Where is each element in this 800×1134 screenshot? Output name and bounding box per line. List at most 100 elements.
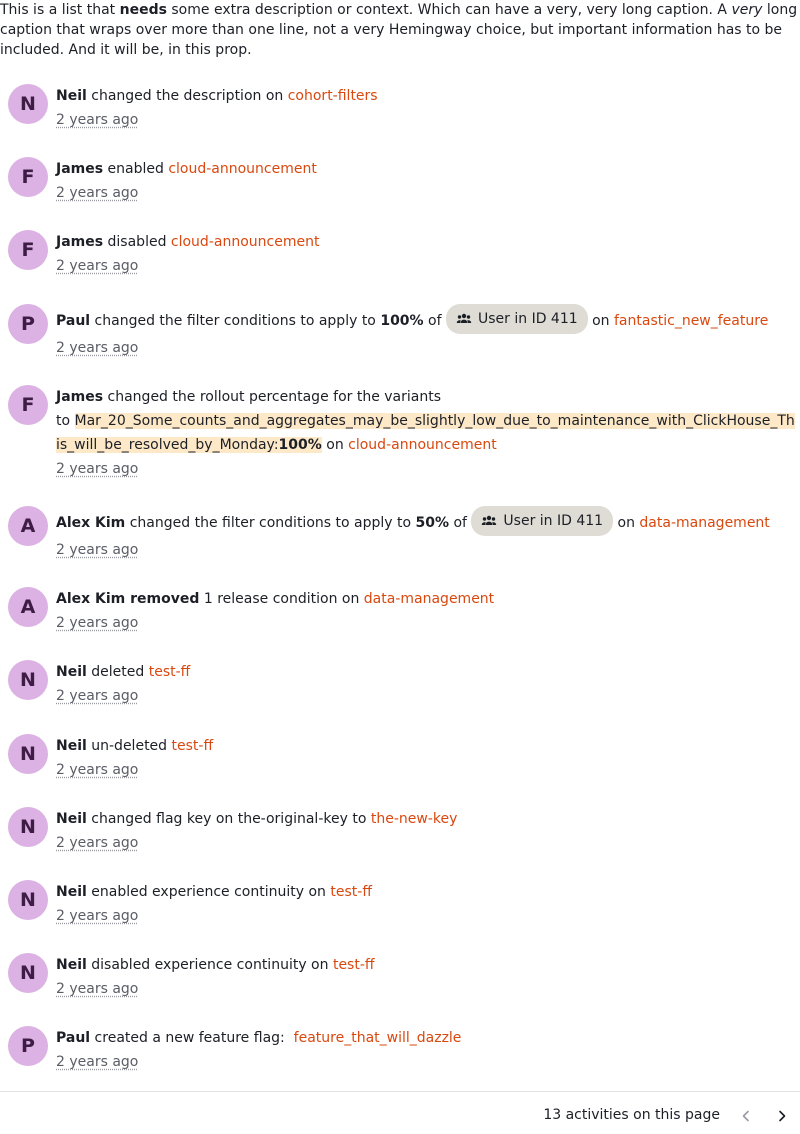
avatar: P	[8, 304, 48, 344]
activity-text: disabled	[103, 234, 171, 250]
chevron-right-icon	[779, 1110, 786, 1122]
activity-text: created a new feature flag:	[90, 1030, 294, 1046]
user-name: Neil	[56, 884, 87, 900]
activity-text: deleted	[86, 664, 149, 680]
activity-description: James changed the rollout percentage for…	[56, 385, 796, 457]
avatar: F	[8, 157, 48, 197]
timestamp[interactable]: 2 years ago	[56, 835, 138, 851]
activity-description: James disabled cloud-announcement	[56, 230, 796, 254]
flag-link[interactable]: the-new-key	[371, 811, 458, 827]
timestamp[interactable]: 2 years ago	[56, 981, 138, 997]
activity-text: changed the filter conditions to apply t…	[125, 515, 416, 531]
chevron-left-icon	[742, 1110, 749, 1122]
activity-description: Neil changed flag key on the-original-ke…	[56, 807, 796, 831]
user-name: Neil	[56, 738, 87, 754]
activity-description: Neil enabled experience continuity on te…	[56, 880, 796, 904]
activity-text: disabled experience continuity on	[86, 957, 333, 973]
activity-description: Neil changed the description on cohort-f…	[56, 84, 796, 108]
user-name: Neil	[56, 957, 87, 973]
timestamp[interactable]: 2 years ago	[56, 762, 138, 778]
timestamp[interactable]: 2 years ago	[56, 908, 138, 924]
activity-text: to	[56, 413, 75, 429]
timestamp[interactable]: 2 years ago	[56, 461, 138, 477]
timestamp[interactable]: 2 years ago	[56, 340, 138, 356]
avatar: N	[8, 734, 48, 774]
timestamp[interactable]: 2 years ago	[56, 112, 138, 128]
flag-link[interactable]: data-management	[639, 515, 769, 531]
flag-link[interactable]: cloud-announcement	[171, 234, 320, 250]
timestamp[interactable]: 2 years ago	[56, 1054, 138, 1070]
avatar: N	[8, 880, 48, 920]
avatar: N	[8, 807, 48, 847]
user-name: Alex Kim	[56, 591, 126, 607]
activity-text: un-deleted	[86, 738, 172, 754]
activity-description: Alex Kim changed the filter conditions t…	[56, 506, 796, 538]
activity-description: Neil deleted test-ff	[56, 660, 796, 684]
cohort-chip[interactable]: User in ID 411	[471, 506, 614, 536]
user-name: James	[56, 161, 104, 177]
activity-description: James enabled cloud-announcement	[56, 157, 796, 181]
cohort-chip[interactable]: User in ID 411	[446, 304, 588, 334]
activity-text: on	[613, 515, 640, 531]
user-name: Neil	[56, 811, 87, 827]
activity-text: changed flag key on the-original-key to	[86, 811, 371, 827]
flag-link[interactable]: cloud-announcement	[168, 161, 317, 177]
activity-text: of	[449, 515, 472, 531]
cohort-chip-label: User in ID 411	[478, 311, 578, 327]
activity-description: Paul created a new feature flag: feature…	[56, 1026, 796, 1050]
timestamp[interactable]: 2 years ago	[56, 542, 138, 558]
timestamp[interactable]: 2 years ago	[56, 258, 138, 274]
activity-text: enabled experience continuity on	[86, 884, 331, 900]
people-icon	[456, 313, 472, 323]
user-name: James	[56, 389, 104, 405]
flag-link[interactable]: test-ff	[333, 957, 375, 973]
user-name: Paul	[56, 1030, 91, 1046]
avatar: N	[8, 953, 48, 993]
caption-italic: very	[731, 2, 763, 18]
user-name: James	[56, 234, 104, 250]
avatar: F	[8, 385, 48, 425]
footer-divider	[0, 1091, 800, 1092]
timestamp[interactable]: 2 years ago	[56, 185, 138, 201]
avatar: N	[8, 84, 48, 124]
flag-link[interactable]: test-ff	[330, 884, 372, 900]
activity-count: 13 activities on this page	[543, 1107, 720, 1123]
rollout-percentage: 100%	[278, 437, 322, 453]
caption-text: This is a list that	[0, 2, 120, 18]
flag-link[interactable]: cohort-filters	[288, 88, 378, 104]
timestamp[interactable]: 2 years ago	[56, 688, 138, 704]
caption-text: some extra description or context. Which…	[166, 2, 732, 18]
user-name: Neil	[56, 88, 87, 104]
avatar: A	[8, 587, 48, 627]
activity-description: Paul changed the filter conditions to ap…	[56, 304, 796, 336]
avatar: F	[8, 230, 48, 270]
activity-text: on	[587, 313, 614, 329]
flag-link[interactable]: cloud-announcement	[348, 437, 497, 453]
avatar: N	[8, 660, 48, 700]
flag-link[interactable]: test-ff	[149, 664, 191, 680]
activity-text: enabled	[103, 161, 169, 177]
rollout-percentage: 100%	[380, 313, 424, 329]
flag-link[interactable]: fantastic_new_feature	[614, 313, 768, 329]
rollout-percentage: 50%	[415, 515, 450, 531]
flag-link[interactable]: test-ff	[172, 738, 214, 754]
activity-description: Alex Kim removed 1 release condition on …	[56, 587, 796, 611]
user-name: Neil	[56, 664, 87, 680]
people-icon	[482, 515, 497, 525]
activity-text: changed the description on	[86, 88, 288, 104]
next-page-button[interactable]	[770, 1104, 794, 1128]
flag-link[interactable]: data-management	[364, 591, 494, 607]
activity-description: Neil disabled experience continuity on t…	[56, 953, 796, 977]
activity-text: changed the filter conditions to apply t…	[90, 313, 381, 329]
timestamp[interactable]: 2 years ago	[56, 615, 138, 631]
activity-action: removed	[125, 591, 200, 607]
avatar: A	[8, 506, 48, 546]
previous-page-button[interactable]	[734, 1104, 758, 1128]
user-name: Paul	[56, 313, 91, 329]
caption-bold: needs	[119, 2, 167, 18]
avatar: P	[8, 1026, 48, 1066]
user-name: Alex Kim	[56, 515, 126, 531]
flag-link[interactable]: feature_that_will_dazzle	[294, 1030, 462, 1046]
activity-text: of	[423, 313, 446, 329]
activity-text: changed the rollout percentage for the v…	[103, 389, 442, 405]
